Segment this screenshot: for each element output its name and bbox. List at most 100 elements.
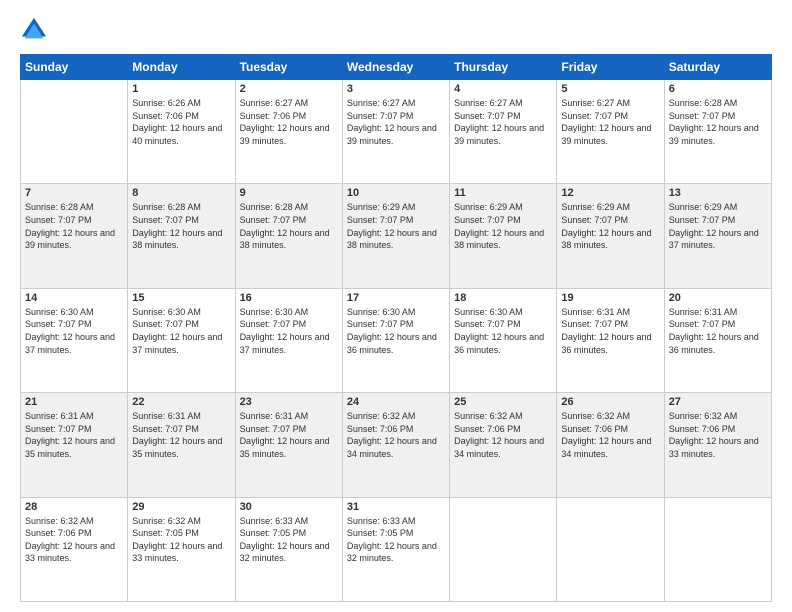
day-info: Sunrise: 6:32 AMSunset: 7:06 PMDaylight:… <box>25 515 123 565</box>
logo <box>20 16 52 44</box>
day-number: 10 <box>347 187 445 199</box>
day-number: 8 <box>132 187 230 199</box>
day-number: 28 <box>25 501 123 513</box>
calendar-cell: 22 Sunrise: 6:31 AMSunset: 7:07 PMDayligh… <box>128 393 235 497</box>
day-number: 7 <box>25 187 123 199</box>
day-number: 26 <box>561 396 659 408</box>
calendar-cell: 2 Sunrise: 6:27 AMSunset: 7:06 PMDaylight… <box>235 80 342 184</box>
day-number: 21 <box>25 396 123 408</box>
day-info: Sunrise: 6:27 AMSunset: 7:07 PMDaylight:… <box>454 97 552 147</box>
day-info: Sunrise: 6:31 AMSunset: 7:07 PMDaylight:… <box>561 306 659 356</box>
calendar-cell <box>21 80 128 184</box>
weekday-header-row: SundayMondayTuesdayWednesdayThursdayFrid… <box>21 55 772 80</box>
week-row-3: 14Sunrise: 6:30 AMSunset: 7:07 PMDayligh… <box>21 288 772 392</box>
day-info: Sunrise: 6:30 AMSunset: 7:07 PMDaylight:… <box>454 306 552 356</box>
day-number: 9 <box>240 187 338 199</box>
day-number: 12 <box>561 187 659 199</box>
day-info: Sunrise: 6:29 AMSunset: 7:07 PMDaylight:… <box>454 201 552 251</box>
calendar-cell: 12 Sunrise: 6:29 AMSunset: 7:07 PMDayligh… <box>557 184 664 288</box>
day-info: Sunrise: 6:31 AMSunset: 7:07 PMDaylight:… <box>132 410 230 460</box>
day-info: Sunrise: 6:29 AMSunset: 7:07 PMDaylight:… <box>669 201 767 251</box>
header <box>20 16 772 44</box>
calendar-cell: 30Sunrise: 6:33 AMSunset: 7:05 PMDayligh… <box>235 497 342 601</box>
calendar-cell: 25Sunrise: 6:32 AMSunset: 7:06 PMDayligh… <box>450 393 557 497</box>
day-info: Sunrise: 6:30 AMSunset: 7:07 PMDaylight:… <box>347 306 445 356</box>
calendar-cell: 19Sunrise: 6:31 AMSunset: 7:07 PMDayligh… <box>557 288 664 392</box>
calendar-cell: 18 Sunrise: 6:30 AMSunset: 7:07 PMDayligh… <box>450 288 557 392</box>
calendar-cell: 11 Sunrise: 6:29 AMSunset: 7:07 PMDayligh… <box>450 184 557 288</box>
calendar-cell: 13 Sunrise: 6:29 AMSunset: 7:07 PMDayligh… <box>664 184 771 288</box>
day-info: Sunrise: 6:32 AMSunset: 7:05 PMDaylight:… <box>132 515 230 565</box>
calendar-cell: 5 Sunrise: 6:27 AMSunset: 7:07 PMDaylight… <box>557 80 664 184</box>
day-info: Sunrise: 6:32 AMSunset: 7:06 PMDaylight:… <box>669 410 767 460</box>
day-info: Sunrise: 6:30 AMSunset: 7:07 PMDaylight:… <box>25 306 123 356</box>
week-row-1: 1 Sunrise: 6:26 AMSunset: 7:06 PMDaylight… <box>21 80 772 184</box>
weekday-header-wednesday: Wednesday <box>342 55 449 80</box>
calendar-cell: 10 Sunrise: 6:29 AMSunset: 7:07 PMDayligh… <box>342 184 449 288</box>
day-number: 2 <box>240 83 338 95</box>
calendar-cell: 15 Sunrise: 6:30 AMSunset: 7:07 PMDayligh… <box>128 288 235 392</box>
day-number: 24 <box>347 396 445 408</box>
day-number: 29 <box>132 501 230 513</box>
day-info: Sunrise: 6:30 AMSunset: 7:07 PMDaylight:… <box>240 306 338 356</box>
calendar-cell: 21 Sunrise: 6:31 AMSunset: 7:07 PMDayligh… <box>21 393 128 497</box>
day-info: Sunrise: 6:27 AMSunset: 7:07 PMDaylight:… <box>347 97 445 147</box>
day-number: 3 <box>347 83 445 95</box>
day-info: Sunrise: 6:30 AMSunset: 7:07 PMDaylight:… <box>132 306 230 356</box>
day-number: 25 <box>454 396 552 408</box>
day-number: 11 <box>454 187 552 199</box>
day-number: 1 <box>132 83 230 95</box>
calendar-cell: 3 Sunrise: 6:27 AMSunset: 7:07 PMDaylight… <box>342 80 449 184</box>
calendar-cell: 28 Sunrise: 6:32 AMSunset: 7:06 PMDayligh… <box>21 497 128 601</box>
day-info: Sunrise: 6:29 AMSunset: 7:07 PMDaylight:… <box>347 201 445 251</box>
week-row-4: 21 Sunrise: 6:31 AMSunset: 7:07 PMDayligh… <box>21 393 772 497</box>
day-number: 23 <box>240 396 338 408</box>
calendar: SundayMondayTuesdayWednesdayThursdayFrid… <box>20 54 772 602</box>
day-info: Sunrise: 6:32 AMSunset: 7:06 PMDaylight:… <box>347 410 445 460</box>
week-row-5: 28 Sunrise: 6:32 AMSunset: 7:06 PMDayligh… <box>21 497 772 601</box>
calendar-cell: 20Sunrise: 6:31 AMSunset: 7:07 PMDayligh… <box>664 288 771 392</box>
day-info: Sunrise: 6:29 AMSunset: 7:07 PMDaylight:… <box>561 201 659 251</box>
week-row-2: 7 Sunrise: 6:28 AMSunset: 7:07 PMDaylight… <box>21 184 772 288</box>
day-info: Sunrise: 6:27 AMSunset: 7:06 PMDaylight:… <box>240 97 338 147</box>
day-info: Sunrise: 6:28 AMSunset: 7:07 PMDaylight:… <box>669 97 767 147</box>
day-info: Sunrise: 6:32 AMSunset: 7:06 PMDaylight:… <box>561 410 659 460</box>
calendar-cell: 4 Sunrise: 6:27 AMSunset: 7:07 PMDaylight… <box>450 80 557 184</box>
weekday-header-saturday: Saturday <box>664 55 771 80</box>
calendar-cell: 31 Sunrise: 6:33 AMSunset: 7:05 PMDayligh… <box>342 497 449 601</box>
calendar-cell: 16Sunrise: 6:30 AMSunset: 7:07 PMDayligh… <box>235 288 342 392</box>
weekday-header-monday: Monday <box>128 55 235 80</box>
day-number: 18 <box>454 292 552 304</box>
day-number: 15 <box>132 292 230 304</box>
day-info: Sunrise: 6:27 AMSunset: 7:07 PMDaylight:… <box>561 97 659 147</box>
day-number: 22 <box>132 396 230 408</box>
calendar-cell: 26 Sunrise: 6:32 AMSunset: 7:06 PMDayligh… <box>557 393 664 497</box>
day-info: Sunrise: 6:33 AMSunset: 7:05 PMDaylight:… <box>347 515 445 565</box>
calendar-cell: 8 Sunrise: 6:28 AMSunset: 7:07 PMDaylight… <box>128 184 235 288</box>
day-info: Sunrise: 6:33 AMSunset: 7:05 PMDaylight:… <box>240 515 338 565</box>
day-info: Sunrise: 6:28 AMSunset: 7:07 PMDaylight:… <box>132 201 230 251</box>
weekday-header-sunday: Sunday <box>21 55 128 80</box>
day-info: Sunrise: 6:26 AMSunset: 7:06 PMDaylight:… <box>132 97 230 147</box>
weekday-header-friday: Friday <box>557 55 664 80</box>
weekday-header-thursday: Thursday <box>450 55 557 80</box>
calendar-cell: 24 Sunrise: 6:32 AMSunset: 7:06 PMDayligh… <box>342 393 449 497</box>
calendar-cell: 6Sunrise: 6:28 AMSunset: 7:07 PMDaylight… <box>664 80 771 184</box>
day-number: 20 <box>669 292 767 304</box>
day-info: Sunrise: 6:31 AMSunset: 7:07 PMDaylight:… <box>25 410 123 460</box>
day-number: 31 <box>347 501 445 513</box>
day-info: Sunrise: 6:28 AMSunset: 7:07 PMDaylight:… <box>240 201 338 251</box>
day-info: Sunrise: 6:28 AMSunset: 7:07 PMDaylight:… <box>25 201 123 251</box>
calendar-cell <box>557 497 664 601</box>
day-number: 17 <box>347 292 445 304</box>
day-number: 4 <box>454 83 552 95</box>
calendar-cell: 7 Sunrise: 6:28 AMSunset: 7:07 PMDaylight… <box>21 184 128 288</box>
calendar-cell: 29 Sunrise: 6:32 AMSunset: 7:05 PMDayligh… <box>128 497 235 601</box>
day-number: 13 <box>669 187 767 199</box>
day-info: Sunrise: 6:31 AMSunset: 7:07 PMDaylight:… <box>240 410 338 460</box>
calendar-cell <box>664 497 771 601</box>
page: SundayMondayTuesdayWednesdayThursdayFrid… <box>0 0 792 612</box>
calendar-cell: 1 Sunrise: 6:26 AMSunset: 7:06 PMDaylight… <box>128 80 235 184</box>
day-number: 5 <box>561 83 659 95</box>
calendar-cell <box>450 497 557 601</box>
